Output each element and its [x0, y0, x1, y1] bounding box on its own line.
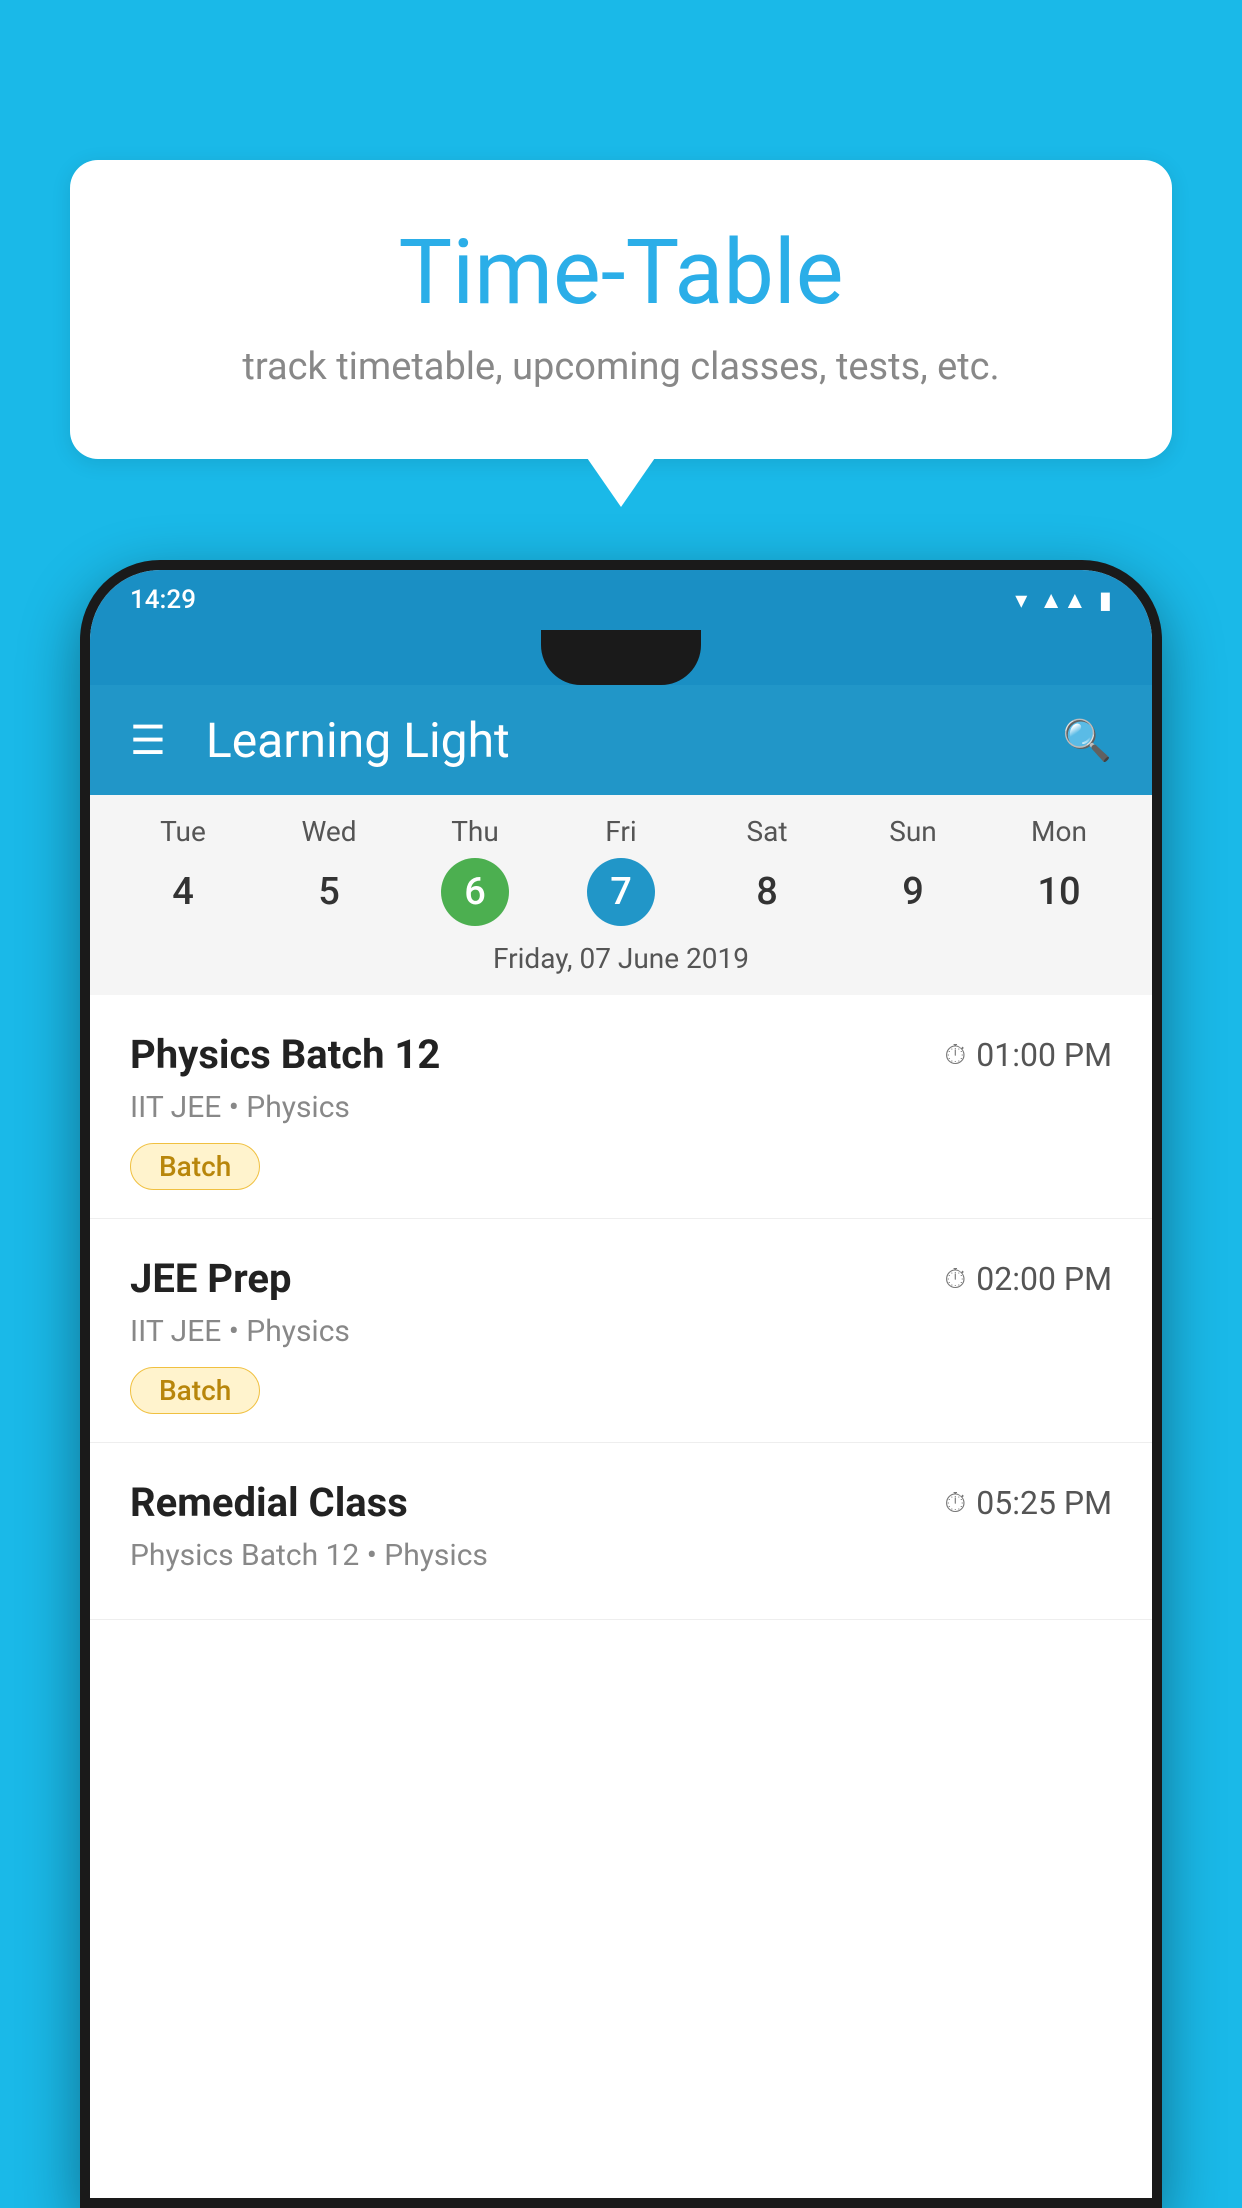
bubble-title: Time-Table — [150, 220, 1092, 325]
schedule-item-meta: IIT JEE • Physics — [130, 1314, 1112, 1349]
selected-date-label: Friday, 07 June 2019 — [90, 926, 1152, 995]
battery-icon: ▮ — [1099, 586, 1112, 614]
day-col[interactable]: Sat 8 — [694, 815, 840, 926]
schedule-item-meta: IIT JEE • Physics — [130, 1090, 1112, 1125]
status-bar: 14:29 ▾ ▲▲ ▮ — [90, 570, 1152, 630]
bubble-subtitle: track timetable, upcoming classes, tests… — [150, 345, 1092, 389]
day-col[interactable]: Tue 4 — [110, 815, 256, 926]
day-number[interactable]: 5 — [295, 858, 363, 926]
schedule-item-header: Physics Batch 12 ⏱ 01:00 PM — [130, 1031, 1112, 1078]
hamburger-icon[interactable]: ☰ — [130, 717, 166, 764]
schedule-item[interactable]: Physics Batch 12 ⏱ 01:00 PM IIT JEE • Physi… — [90, 995, 1152, 1219]
schedule-item-header: Remedial Class ⏱ 05:25 PM — [130, 1479, 1112, 1526]
day-col[interactable]: Wed 5 — [256, 815, 402, 926]
day-col[interactable]: Thu 6 — [402, 815, 548, 926]
days-row: Tue 4 Wed 5 Thu 6 Fri 7 Sat 8 Sun 9 Mon 10 — [90, 795, 1152, 926]
speech-bubble-container: Time-Table track timetable, upcoming cla… — [70, 160, 1172, 459]
notch — [541, 630, 701, 685]
day-col[interactable]: Sun 9 — [840, 815, 986, 926]
day-number[interactable]: 8 — [733, 858, 801, 926]
day-name: Sun — [889, 815, 937, 848]
day-number[interactable]: 4 — [149, 858, 217, 926]
phone-frame: 14:29 ▾ ▲▲ ▮ ☰ Learning Light 🔍 Tue 4 Wed 5… — [80, 560, 1162, 2208]
clock-icon: ⏱ — [944, 1486, 966, 1520]
status-time: 14:29 — [130, 585, 196, 615]
app-bar-title: Learning Light — [206, 712, 1062, 769]
schedule-time-text: 05:25 PM — [976, 1484, 1112, 1522]
wifi-icon: ▾ — [1015, 586, 1027, 614]
clock-icon: ⏱ — [944, 1038, 966, 1072]
schedule-item-name: JEE Prep — [130, 1255, 291, 1302]
day-number[interactable]: 9 — [879, 858, 947, 926]
day-name: Wed — [301, 815, 356, 848]
batch-badge: Batch — [130, 1143, 260, 1190]
day-number[interactable]: 7 — [587, 858, 655, 926]
schedule-item-time: ⏱ 05:25 PM — [944, 1484, 1112, 1522]
schedule-item[interactable]: JEE Prep ⏱ 02:00 PM IIT JEE • Physics Batch — [90, 1219, 1152, 1443]
batch-badge: Batch — [130, 1367, 260, 1414]
schedule-item-time: ⏱ 02:00 PM — [944, 1260, 1112, 1298]
schedule-item[interactable]: Remedial Class ⏱ 05:25 PM Physics Batch 12 … — [90, 1443, 1152, 1620]
schedule-time-text: 01:00 PM — [976, 1036, 1112, 1074]
day-col[interactable]: Mon 10 — [986, 815, 1132, 926]
schedule-item-name: Remedial Class — [130, 1479, 408, 1526]
schedule-item-name: Physics Batch 12 — [130, 1031, 440, 1078]
schedule-item-meta: Physics Batch 12 • Physics — [130, 1538, 1112, 1573]
app-bar: ☰ Learning Light 🔍 — [90, 685, 1152, 795]
signal-icon: ▲▲ — [1039, 586, 1087, 615]
schedule-list: Physics Batch 12 ⏱ 01:00 PM IIT JEE • Physi… — [90, 995, 1152, 1620]
schedule-item-time: ⏱ 01:00 PM — [944, 1036, 1112, 1074]
search-icon[interactable]: 🔍 — [1062, 717, 1112, 764]
calendar-section: Tue 4 Wed 5 Thu 6 Fri 7 Sat 8 Sun 9 Mon 10 Friday, 07… — [90, 795, 1152, 995]
day-number[interactable]: 6 — [441, 858, 509, 926]
day-name: Thu — [451, 815, 499, 848]
day-name: Sat — [746, 815, 787, 848]
notch-area — [90, 630, 1152, 685]
day-name: Mon — [1031, 815, 1087, 848]
phone-inner: 14:29 ▾ ▲▲ ▮ ☰ Learning Light 🔍 Tue 4 Wed 5… — [90, 570, 1152, 2198]
schedule-item-header: JEE Prep ⏱ 02:00 PM — [130, 1255, 1112, 1302]
speech-bubble: Time-Table track timetable, upcoming cla… — [70, 160, 1172, 459]
day-number[interactable]: 10 — [1025, 858, 1093, 926]
schedule-time-text: 02:00 PM — [976, 1260, 1112, 1298]
day-col[interactable]: Fri 7 — [548, 815, 694, 926]
day-name: Tue — [160, 815, 206, 848]
day-name: Fri — [605, 815, 636, 848]
status-icons: ▾ ▲▲ ▮ — [1015, 586, 1112, 615]
clock-icon: ⏱ — [944, 1262, 966, 1296]
